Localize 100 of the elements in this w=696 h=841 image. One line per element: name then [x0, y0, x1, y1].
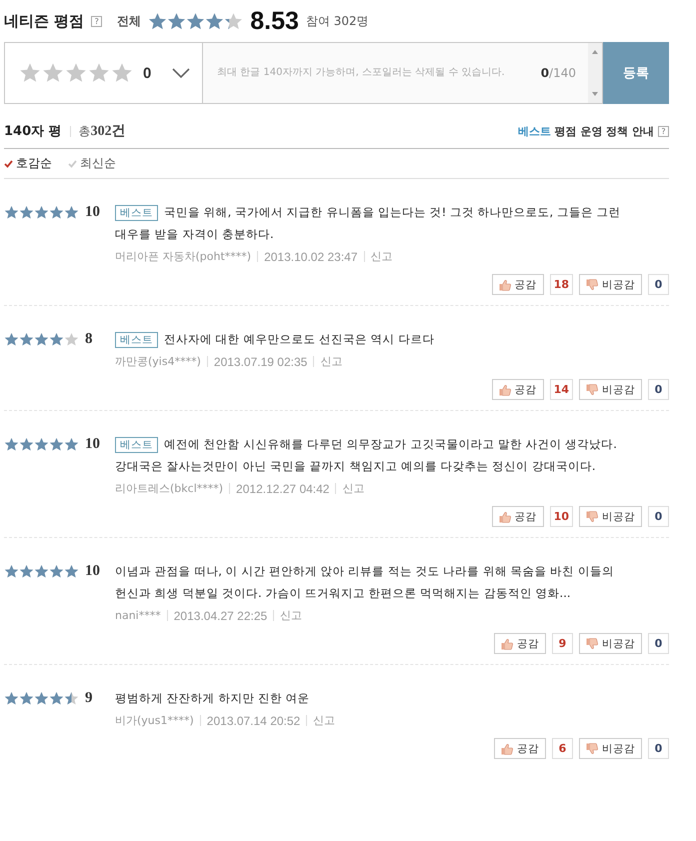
- like-count: 14: [550, 379, 573, 400]
- review-score: 9: [85, 690, 92, 706]
- thumbs-up-icon: [501, 742, 513, 754]
- star-icon: [65, 62, 87, 84]
- like-button[interactable]: 공감: [492, 506, 544, 527]
- review-text: 이념과 관점을 떠나, 이 시간 편안하게 앉아 리뷰를 적는 것도 나라를 위해 목숨을 바친 이들의 헌신과 희생 덕분일 것이다. 가슴이 뜨거워지고 한편으론 먹먹해지는 감동적인 영화...: [115, 563, 615, 602]
- star-icon: [19, 564, 34, 578]
- like-count: 18: [550, 274, 573, 295]
- star-icon: [19, 62, 41, 84]
- like-count: 6: [552, 738, 573, 759]
- thumbs-down-icon: [586, 510, 598, 522]
- like-button[interactable]: 공감: [492, 379, 544, 400]
- scrollbar-drawing[interactable]: [588, 43, 602, 103]
- help-icon[interactable]: ?: [91, 16, 102, 26]
- thumbs-up-icon: [498, 384, 511, 396]
- star-icon: [186, 12, 206, 30]
- review-text: 베스트 전사자에 대한 예우만으로도 선진국은 역시 다르다: [115, 328, 627, 350]
- review-date: 2013.07.19 02:35: [214, 354, 308, 368]
- star-icon: [49, 690, 64, 706]
- help-icon[interactable]: ?: [658, 126, 669, 136]
- star-icon: [49, 332, 64, 346]
- thumbs-up-icon: [501, 638, 513, 650]
- rating-selector[interactable]: 0: [4, 42, 202, 104]
- thumbs-up-icon: [498, 510, 511, 522]
- like-button[interactable]: 공감: [492, 274, 544, 295]
- overall-label: 전체: [117, 12, 142, 30]
- thumbs-down-icon: [586, 384, 598, 396]
- like-button[interactable]: 공감: [494, 738, 546, 759]
- review-text: 베스트 국민을 위해, 국가에서 지급한 유니폼을 입는다는 것! 그것 하나만으로도, 그들은 그런 대우를 받을 자격이 충분하다.: [115, 204, 622, 243]
- like-button[interactable]: 공감: [494, 633, 546, 654]
- dislike-button[interactable]: 비공감: [579, 274, 642, 295]
- star-icon: [4, 332, 19, 346]
- star-icon: [205, 12, 224, 30]
- star-icon: [224, 12, 244, 30]
- sort-option[interactable]: 최신순: [68, 155, 116, 172]
- star-icon: [34, 564, 49, 578]
- star-icon: [4, 436, 19, 452]
- policy-link[interactable]: 베스트 평점 운영 정책 안내: [518, 124, 654, 138]
- review-score: 10: [85, 436, 100, 452]
- dislike-button[interactable]: 비공감: [579, 506, 642, 527]
- thumbs-down-icon: [586, 742, 598, 754]
- dislike-count: 0: [648, 633, 669, 654]
- star-icon: [4, 564, 19, 578]
- chevron-down-icon[interactable]: [172, 68, 190, 78]
- sort-label: 호감순: [16, 155, 52, 172]
- star-icon: [34, 204, 49, 220]
- thumbs-down-icon: [586, 278, 598, 290]
- star-icon: [64, 690, 79, 706]
- dislike-button[interactable]: 비공감: [579, 738, 642, 759]
- star-icon: [19, 436, 34, 452]
- dislike-button[interactable]: 비공감: [579, 379, 642, 400]
- star-icon: [49, 564, 64, 578]
- total-count: 총302건: [78, 123, 126, 140]
- star-icon: [49, 204, 64, 220]
- dislike-count: 0: [648, 274, 669, 295]
- star-icon: [42, 62, 64, 84]
- star-icon: [19, 690, 34, 706]
- star-icon: [167, 12, 186, 30]
- section-title: 네티즌 평점: [4, 12, 84, 30]
- best-badge: 베스트: [115, 332, 158, 348]
- star-icon: [4, 690, 19, 706]
- review-date: 2013.10.02 23:47: [264, 250, 358, 264]
- dislike-button[interactable]: 비공감: [579, 633, 642, 654]
- review-date: 2013.07.14 20:52: [206, 714, 300, 728]
- review-score: 10: [85, 204, 100, 220]
- review-date: 2012.12.27 04:42: [236, 482, 330, 496]
- star-icon: [34, 690, 49, 706]
- comment-box[interactable]: 최대 한글 140자까지 가능하며, 스포일러는 삭제될 수 있습니다. 0/140: [202, 42, 603, 104]
- list-title: 140자 평: [4, 123, 62, 140]
- star-icon: [64, 204, 79, 220]
- star-icon: [148, 12, 168, 30]
- star-icon: [88, 62, 110, 84]
- sort-option[interactable]: 호감순: [4, 155, 52, 172]
- star-icon: [64, 564, 79, 578]
- sort-label: 최신순: [80, 155, 116, 172]
- star-icon: [111, 62, 133, 84]
- character-count: 0/140: [540, 66, 576, 80]
- participant-count: 참여 302명: [306, 12, 369, 30]
- rating-value: 0: [143, 64, 152, 82]
- star-icon: [4, 204, 19, 220]
- star-icon: [19, 332, 34, 346]
- star-icon: [34, 436, 49, 452]
- review-text: 베스트 예전에 천안함 시신유해를 다루던 의무장교가 고깃국물이라고 말한 사건이 생각났다. 강대국은 잘사는것만이 아닌 국민을 끝까지 책임지고 예의를 다갖추는 정신이 강대국이다.: [115, 436, 618, 475]
- star-icon: [34, 332, 49, 346]
- dislike-count: 0: [648, 379, 669, 400]
- review-input-field[interactable]: 최대 한글 140자까지 가능하며, 스포일러는 삭제될 수 있습니다.: [215, 63, 541, 83]
- star-icon: [19, 204, 34, 220]
- best-badge: 베스트: [115, 437, 158, 453]
- dislike-count: 0: [648, 506, 669, 527]
- best-badge: 베스트: [115, 205, 158, 221]
- star-icon: [64, 436, 79, 452]
- review-score: 10: [85, 562, 100, 580]
- star-icon: [49, 436, 64, 452]
- like-count: 9: [552, 633, 573, 654]
- review-date: 2013.04.27 22:25: [174, 608, 268, 622]
- star-icon: [64, 332, 79, 346]
- thumbs-down-icon: [586, 638, 598, 650]
- thumbs-up-icon: [498, 278, 511, 290]
- review-text: 평범하게 잔잔하게 하지만 진한 여운: [115, 690, 311, 707]
- average-score: 8.53: [250, 6, 299, 36]
